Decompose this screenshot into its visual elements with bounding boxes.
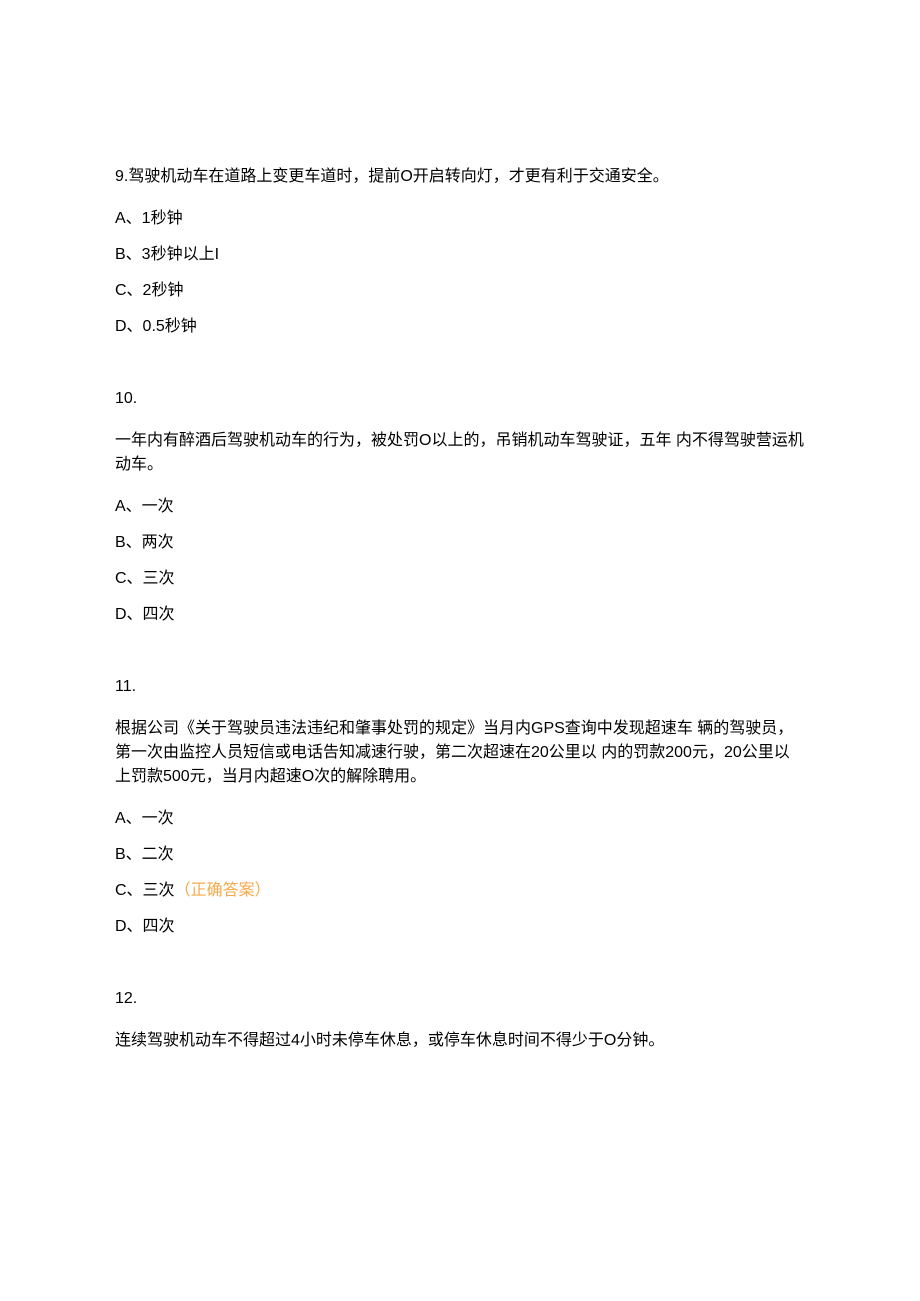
question-9-text: 9.驾驶机动车在道路上变更车道时，提前O开启转向灯，才更有利于交通安全。 [115, 165, 805, 189]
question-12-text: 连续驾驶机动车不得超过4小时未停车休息，或停车休息时间不得少于O分钟。 [115, 1029, 805, 1053]
question-10-option-b: B、两次 [115, 531, 805, 555]
question-9-option-b: B、3秒钟以上I [115, 243, 805, 267]
question-11-option-d: D、四次 [115, 915, 805, 939]
question-11-number: 11. [115, 675, 805, 699]
question-9-number: 9. [115, 168, 128, 185]
question-10-text: 一年内有醉酒后驾驶机动车的行为，被处罚O以上的，吊销机动车驾驶证，五年 内不得驾… [115, 429, 805, 477]
question-10-option-a: A、一次 [115, 495, 805, 519]
question-9-option-a: A、1秒钟 [115, 207, 805, 231]
question-11-text: 根据公司《关于驾驶员违法违纪和肇事处罚的规定》当月内GPS查询中发现超速车 辆的… [115, 717, 805, 789]
question-11-option-c-label: C、三次 [115, 882, 175, 899]
question-12-number: 12. [115, 987, 805, 1011]
question-9-option-d: D、0.5秒钟 [115, 315, 805, 339]
question-12: 12. 连续驾驶机动车不得超过4小时未停车休息，或停车休息时间不得少于O分钟。 [115, 987, 805, 1053]
question-9-body: 驾驶机动车在道路上变更车道时，提前O开启转向灯，才更有利于交通安全。 [128, 168, 668, 185]
question-10-number: 10. [115, 387, 805, 411]
question-9: 9.驾驶机动车在道路上变更车道时，提前O开启转向灯，才更有利于交通安全。 A、1… [115, 165, 805, 339]
question-10-option-d: D、四次 [115, 603, 805, 627]
question-9-option-c: C、2秒钟 [115, 279, 805, 303]
question-11-option-b: B、二次 [115, 843, 805, 867]
question-10: 10. 一年内有醉酒后驾驶机动车的行为，被处罚O以上的，吊销机动车驾驶证，五年 … [115, 387, 805, 627]
question-11-option-c: C、三次（正确答案） [115, 879, 805, 903]
question-10-option-c: C、三次 [115, 567, 805, 591]
question-11-option-a: A、一次 [115, 807, 805, 831]
question-11: 11. 根据公司《关于驾驶员违法违纪和肇事处罚的规定》当月内GPS查询中发现超速… [115, 675, 805, 939]
question-11-option-c-correct: （正确答案） [175, 882, 271, 899]
